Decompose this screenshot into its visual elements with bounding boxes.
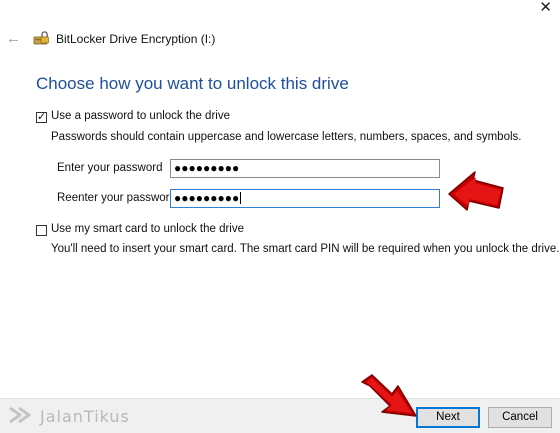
back-arrow-icon[interactable]: ←: [6, 30, 21, 47]
annotation-arrow-icon: [361, 374, 417, 417]
reenter-password-label: Reenter your password: [57, 192, 176, 204]
window-title: BitLocker Drive Encryption (I:): [56, 32, 216, 46]
bitlocker-drive-icon: [33, 31, 51, 47]
smartcard-option-label[interactable]: Use my smart card to unlock the drive: [51, 223, 244, 235]
password-checkbox[interactable]: ✓: [36, 111, 47, 123]
checkmark-icon: ✓: [37, 111, 47, 123]
annotation-arrow-icon: [448, 171, 504, 211]
cancel-button[interactable]: Cancel: [488, 407, 552, 428]
bitlocker-window: ✕ ← BitLocker Drive Encryption (I:) Choo…: [0, 0, 560, 433]
password-description: Passwords should contain uppercase and l…: [51, 131, 522, 143]
title-bar: ← BitLocker Drive Encryption (I:): [0, 28, 560, 52]
enter-password-field[interactable]: ●●●●●●●●●: [170, 159, 440, 178]
smartcard-checkbox[interactable]: [36, 225, 47, 236]
watermark-logo: JalanTikus: [8, 404, 158, 428]
watermark-icon: [9, 406, 31, 424]
enter-password-value: ●●●●●●●●●: [174, 161, 240, 175]
reenter-password-field[interactable]: ●●●●●●●●●: [170, 189, 440, 208]
smartcard-description: You'll need to insert your smart card. T…: [51, 243, 560, 255]
close-icon[interactable]: ✕: [539, 0, 552, 15]
reenter-password-value: ●●●●●●●●●: [174, 191, 240, 205]
page-title: Choose how you want to unlock this drive: [36, 74, 349, 93]
enter-password-label: Enter your password: [57, 162, 163, 174]
watermark-text: JalanTikus: [40, 407, 130, 426]
text-caret: [240, 192, 242, 204]
next-button[interactable]: Next: [416, 407, 480, 428]
password-option-label[interactable]: Use a password to unlock the drive: [51, 110, 230, 122]
